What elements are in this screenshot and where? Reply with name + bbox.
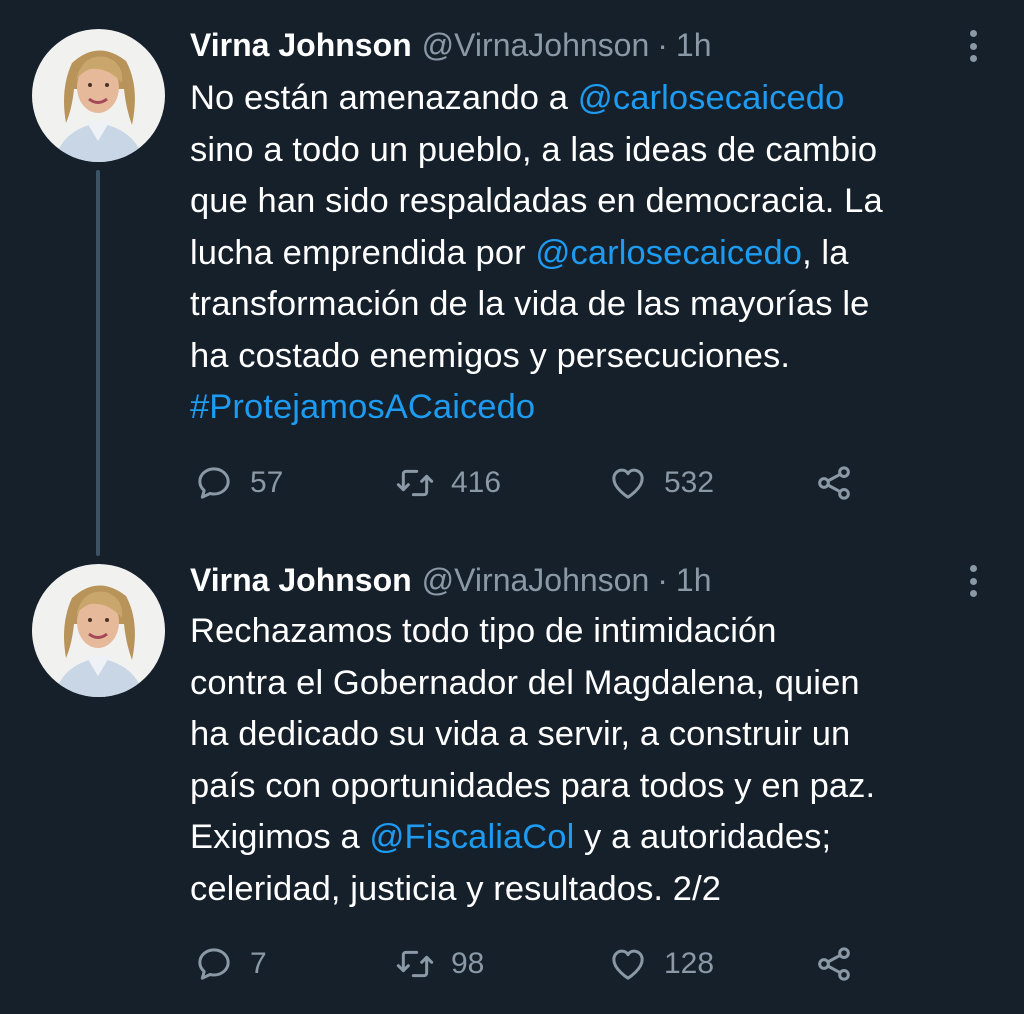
author-name[interactable]: Virna Johnson (190, 560, 412, 600)
tweet-text: Rechazamos todo tipo de intimidación cont… (190, 606, 1010, 915)
timestamp[interactable]: 1h (676, 560, 712, 600)
mention-link[interactable]: @FiscaliaCol (369, 818, 574, 856)
tweet-text-segment: ha costado enemigos y persecuciones. (190, 336, 791, 375)
avatar[interactable] (32, 29, 165, 162)
like-count: 128 (664, 947, 715, 980)
tweet-text-segment: que han sido respaldadas en democracia. … (190, 182, 883, 220)
action-bar: 7 98 128 (190, 942, 890, 986)
author-handle[interactable]: @VirnaJohnson (422, 25, 650, 65)
reply-icon (198, 948, 230, 980)
heart-icon (612, 949, 644, 980)
more-options-icon[interactable] (970, 30, 978, 62)
timestamp[interactable]: 1h (676, 25, 712, 65)
tweet-text: No están amenazando a @carlosecaicedo sin… (190, 73, 1010, 434)
tweet-text-segment: , la (802, 233, 849, 272)
share-icon (818, 947, 850, 981)
mention-link[interactable]: @carlosecaicedo (535, 234, 802, 272)
retweet-count: 98 (451, 947, 485, 980)
tweet-text-line: Rechazamos todo tipo de intimidación (190, 606, 1010, 658)
tweet-text-segment: y a autoridades; (574, 818, 832, 856)
tweet-text-segment: sino a todo un pueblo, a las ideas de ca… (190, 130, 878, 169)
author-name[interactable]: Virna Johnson (190, 25, 412, 65)
tweet-text-line: ha dedicado su vida a servir, a construi… (190, 709, 1010, 761)
separator-dot: · (657, 27, 668, 63)
share-icon (818, 466, 850, 500)
reply-icon (198, 467, 230, 499)
retweet-button[interactable]: 98 (395, 942, 484, 986)
tweet[interactable]: Virna Johnson @VirnaJohnson · 1h Rechaza… (0, 545, 1024, 1014)
tweet-text-line: ha costado enemigos y persecuciones. (190, 331, 1010, 383)
tweet-text-line: lucha emprendida por @carlosecaicedo, la (190, 228, 1010, 280)
author-handle[interactable]: @VirnaJohnson (422, 560, 650, 600)
tweet-text-line: sino a todo un pueblo, a las ideas de ca… (190, 125, 1010, 177)
reply-count: 7 (250, 947, 267, 980)
like-count: 532 (664, 466, 715, 499)
tweet-text-segment: Exigimos a (190, 818, 370, 856)
hashtag-link[interactable]: #ProtejamosACaicedo (190, 388, 535, 426)
reply-button[interactable]: 57 (194, 461, 283, 505)
tweet-header: Virna Johnson @VirnaJohnson · 1h (190, 25, 712, 65)
tweet-text-line: celeridad, justicia y resultados. 2/2 (190, 864, 1010, 916)
like-button[interactable]: 128 (608, 942, 714, 986)
tweet-text-segment: ha dedicado su vida a servir, a construi… (190, 715, 851, 753)
tweet-text-line: transformación de la vida de las mayoría… (190, 279, 1010, 331)
tweet-header: Virna Johnson @VirnaJohnson · 1h (190, 560, 712, 600)
tweet-text-segment: país con oportunidades para todos y en p… (190, 766, 876, 805)
like-button[interactable]: 532 (608, 461, 714, 505)
tweet-text-line: país con oportunidades para todos y en p… (190, 761, 1010, 813)
more-options-icon[interactable] (970, 565, 978, 597)
share-button[interactable] (814, 461, 854, 505)
tweet-text-line: No están amenazando a @carlosecaicedo (190, 73, 1010, 125)
reply-count: 57 (250, 466, 284, 499)
retweet-count: 416 (451, 466, 502, 499)
retweet-button[interactable]: 416 (395, 461, 501, 505)
share-button[interactable] (814, 942, 854, 986)
separator-dot: · (657, 562, 668, 598)
heart-icon (612, 468, 644, 499)
tweet-text-line: contra el Gobernador del Magdalena, quie… (190, 658, 1010, 710)
tweet-text-segment: transformación de la vida de las mayoría… (190, 285, 870, 323)
reply-button[interactable]: 7 (194, 942, 267, 986)
tweet-text-line: #ProtejamosACaicedo (190, 382, 1010, 434)
tweet-text-segment: celeridad, justicia y resultados. 2/2 (190, 869, 722, 908)
tweet-text-segment: Rechazamos todo tipo de intimidación (190, 612, 777, 650)
thread-connector-line (96, 170, 100, 556)
action-bar: 57 416 532 (190, 461, 890, 505)
avatar[interactable] (32, 564, 165, 697)
tweet-text-line: Exigimos a @FiscaliaCol y a autoridades; (190, 812, 1010, 864)
retweet-icon (396, 950, 434, 978)
retweet-icon (396, 469, 434, 497)
mention-link[interactable]: @carlosecaicedo (578, 79, 845, 117)
tweet-text-line: que han sido respaldadas en democracia. … (190, 176, 1010, 228)
tweet[interactable]: Virna Johnson @VirnaJohnson · 1h No está… (0, 0, 1024, 556)
tweet-text-segment: No están amenazando a (190, 79, 578, 117)
tweet-text-segment: lucha emprendida por (190, 233, 536, 272)
tweet-text-segment: contra el Gobernador del Magdalena, quie… (190, 663, 860, 702)
